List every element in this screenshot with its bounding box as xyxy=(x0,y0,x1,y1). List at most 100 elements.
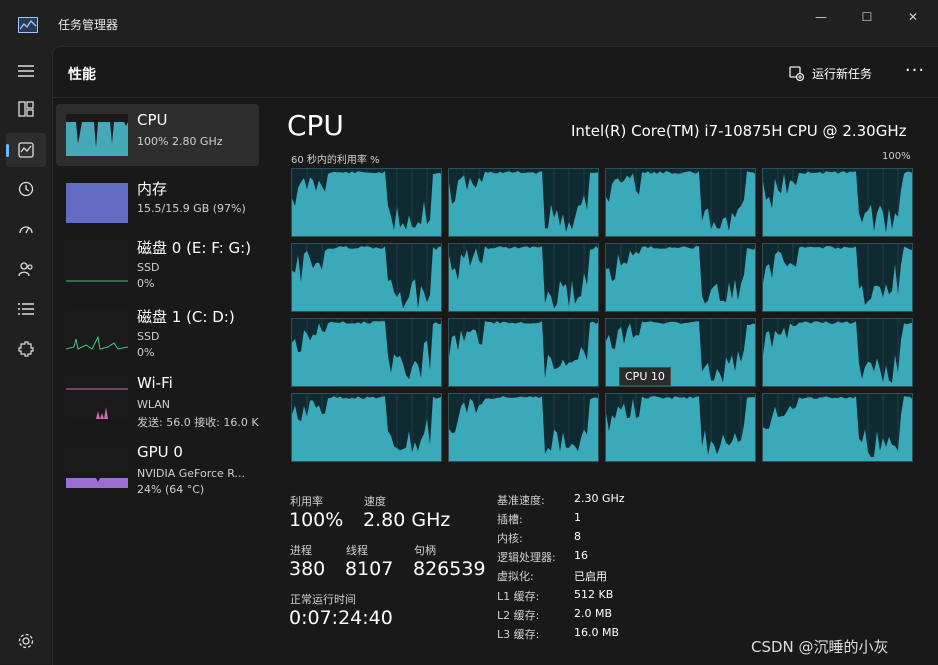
header-divider xyxy=(53,97,938,98)
device-usage: 0% xyxy=(137,346,155,359)
device-name: Wi-Fi xyxy=(137,374,173,392)
speed-value: 2.80 GHz xyxy=(363,509,451,531)
utilization-label: 利用率 xyxy=(290,495,323,508)
disk-0-thumbnail-graph xyxy=(66,240,128,282)
device-usage: 0% xyxy=(137,277,155,290)
minimize-button[interactable]: — xyxy=(798,6,844,28)
device-name: CPU xyxy=(137,111,168,129)
more-options-button[interactable]: ··· xyxy=(903,61,927,85)
detail-key: 基准速度: xyxy=(497,494,545,507)
cpu-core-graph xyxy=(605,393,756,462)
cpu-core-graph xyxy=(605,168,756,237)
cpu-thumbnail-graph xyxy=(66,114,128,156)
device-gpu-0[interactable]: GPU 0 NVIDIA GeForce R... 24% (64 °C) xyxy=(56,436,259,498)
cpu-core-graph xyxy=(448,168,599,237)
detail-value: 8 xyxy=(574,530,581,543)
cpu-core-graph xyxy=(448,318,599,387)
cpu-core-graph xyxy=(291,243,442,312)
details-icon[interactable] xyxy=(6,292,46,326)
detail-key: 虚拟化: xyxy=(497,570,534,583)
device-name: 内存 xyxy=(137,180,168,198)
device-wifi[interactable]: Wi-Fi WLAN 发送: 56.0 接收: 16.0 K xyxy=(56,367,259,429)
close-button[interactable]: ✕ xyxy=(890,6,936,28)
memory-thumbnail-graph xyxy=(66,181,128,223)
device-detail: WLAN xyxy=(137,398,171,411)
processes-label: 进程 xyxy=(290,544,312,557)
watermark-text: CSDN @沉睡的小灰 xyxy=(751,638,889,656)
device-memory[interactable]: 内存 15.5/15.9 GB (97%) xyxy=(56,171,259,233)
cpu-tooltip: CPU 10 xyxy=(619,367,671,386)
detail-key: L1 缓存: xyxy=(497,590,540,603)
detail-value: 2.0 MB xyxy=(574,607,613,620)
detail-value: 512 KB xyxy=(574,588,614,601)
wifi-thumbnail-graph xyxy=(66,377,128,419)
detail-value: 1 xyxy=(574,511,581,524)
cpu-core-graph xyxy=(448,243,599,312)
users-icon[interactable] xyxy=(6,252,46,286)
cpu-core-graph xyxy=(291,168,442,237)
graph-max-label: 100% xyxy=(882,151,911,162)
services-icon[interactable] xyxy=(6,332,46,366)
task-manager-window: 任务管理器 — ☐ ✕ 性能 运行新任务 ··· CPU 100% 2.80 G… xyxy=(0,0,938,665)
task-manager-app-icon xyxy=(18,17,38,33)
detail-key: 插槽: xyxy=(497,513,523,526)
utilization-value: 100% xyxy=(289,509,344,531)
cpu-core-graph xyxy=(762,168,913,237)
run-new-task-button[interactable]: 运行新任务 xyxy=(789,61,872,85)
threads-value: 8107 xyxy=(345,558,394,580)
page-title: 性能 xyxy=(68,67,96,83)
device-detail: 15.5/15.9 GB (97%) xyxy=(137,202,246,215)
cpu-core-graph xyxy=(762,393,913,462)
processes-icon[interactable] xyxy=(6,92,46,126)
device-name: GPU 0 xyxy=(137,443,183,461)
device-detail: NVIDIA GeForce R... xyxy=(137,467,246,480)
performance-page: 性能 运行新任务 ··· CPU 100% 2.80 GHz 内存 15.5/1… xyxy=(52,46,938,665)
logical-processor-graphs xyxy=(291,168,914,464)
device-usage: 发送: 56.0 接收: 16.0 K xyxy=(137,416,259,429)
device-disk-1[interactable]: 磁盘 1 (C: D:) SSD 0% xyxy=(56,299,259,361)
handles-label: 句柄 xyxy=(414,544,436,557)
detail-value: 16.0 MB xyxy=(574,626,620,639)
cpu-model: Intel(R) Core(TM) i7-10875H CPU @ 2.30GH… xyxy=(571,122,907,140)
device-disk-0[interactable]: 磁盘 0 (E: F: G:) SSD 0% xyxy=(56,230,259,292)
cpu-core-graph xyxy=(762,318,913,387)
disk-1-thumbnail-graph xyxy=(65,309,129,351)
detail-value: 2.30 GHz xyxy=(574,492,625,505)
startup-icon[interactable] xyxy=(6,212,46,246)
detail-value: 16 xyxy=(574,549,588,562)
run-task-icon xyxy=(789,65,804,81)
device-usage: 24% (64 °C) xyxy=(137,483,205,496)
device-cpu[interactable]: CPU 100% 2.80 GHz xyxy=(56,104,259,166)
cpu-core-graph xyxy=(291,393,442,462)
settings-icon[interactable] xyxy=(6,624,46,658)
device-name: 磁盘 1 (C: D:) xyxy=(137,308,235,326)
cpu-core-graph xyxy=(762,243,913,312)
app-history-icon[interactable] xyxy=(6,172,46,206)
window-title: 任务管理器 xyxy=(58,18,119,32)
processes-value: 380 xyxy=(289,558,326,580)
detail-value: 已启用 xyxy=(574,570,607,583)
threads-label: 线程 xyxy=(346,544,368,557)
handles-value: 826539 xyxy=(413,558,486,580)
title-bar: 任务管理器 — ☐ ✕ xyxy=(0,0,938,46)
graph-axis-label: 60 秒内的利用率 % xyxy=(291,155,380,166)
gpu-thumbnail-graph xyxy=(66,446,128,488)
cpu-core-graph xyxy=(448,393,599,462)
menu-icon[interactable] xyxy=(6,54,46,88)
device-detail: 100% 2.80 GHz xyxy=(137,135,223,148)
device-name: 磁盘 0 (E: F: G:) xyxy=(137,239,252,257)
left-navigation xyxy=(0,46,52,664)
detail-key: 逻辑处理器: xyxy=(497,551,556,564)
detail-key: L3 缓存: xyxy=(497,628,540,641)
cpu-heading: CPU xyxy=(287,109,344,142)
detail-key: L2 缓存: xyxy=(497,609,540,622)
cpu-core-graph xyxy=(605,243,756,312)
run-new-task-label: 运行新任务 xyxy=(812,66,873,81)
speed-label: 速度 xyxy=(364,495,386,508)
cpu-core-graph xyxy=(291,318,442,387)
device-detail: SSD xyxy=(137,330,160,343)
performance-icon[interactable] xyxy=(6,133,46,167)
uptime-label: 正常运行时间 xyxy=(290,593,356,606)
maximize-button[interactable]: ☐ xyxy=(844,6,890,28)
device-detail: SSD xyxy=(137,261,160,274)
